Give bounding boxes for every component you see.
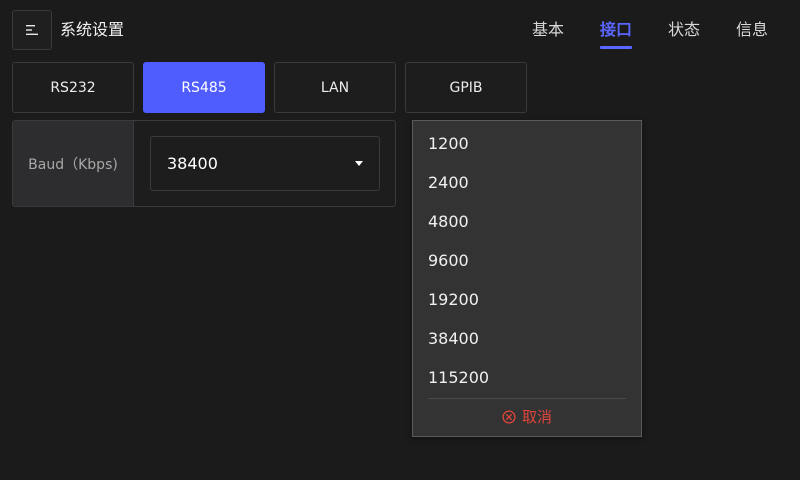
interface-tabs: RS232 RS485 LAN GPIB [12,62,527,113]
caret-down-icon [355,161,363,166]
baud-select[interactable]: 38400 [150,136,380,191]
baud-dropdown: 1200 2400 4800 9600 19200 38400 115200 取… [412,120,642,437]
menu-icon [26,25,38,35]
cancel-circle-icon [502,409,516,424]
tab-info[interactable]: 信息 [736,18,768,42]
baud-option[interactable]: 1200 [413,124,641,163]
page-title: 系统设置 [60,20,125,39]
baud-option[interactable]: 9600 [413,241,641,280]
baud-option[interactable]: 115200 [413,358,641,397]
interface-tab-rs485[interactable]: RS485 [143,62,265,113]
interface-tab-rs232[interactable]: RS232 [12,62,134,113]
tab-status[interactable]: 状态 [668,18,700,42]
baud-option[interactable]: 38400 [413,319,641,358]
interface-tab-lan[interactable]: LAN [274,62,396,113]
interface-tab-gpib[interactable]: GPIB [405,62,527,113]
baud-option[interactable]: 19200 [413,280,641,319]
baud-value-cell: 38400 [134,121,395,206]
baud-option[interactable]: 4800 [413,202,641,241]
baud-setting-row: Baud（Kbps) 38400 [12,120,396,207]
menu-button[interactable] [12,10,52,50]
top-tabs: 基本 接口 状态 信息 [532,18,768,49]
baud-selected-value: 38400 [167,154,218,173]
tab-basic[interactable]: 基本 [532,18,564,42]
tab-interface[interactable]: 接口 [599,18,632,49]
cancel-label: 取消 [521,408,552,426]
baud-option-list: 1200 2400 4800 9600 19200 38400 115200 [413,121,641,397]
baud-option[interactable]: 2400 [413,163,641,202]
baud-label: Baud（Kbps) [13,121,134,206]
cancel-button[interactable]: 取消 [413,399,641,434]
